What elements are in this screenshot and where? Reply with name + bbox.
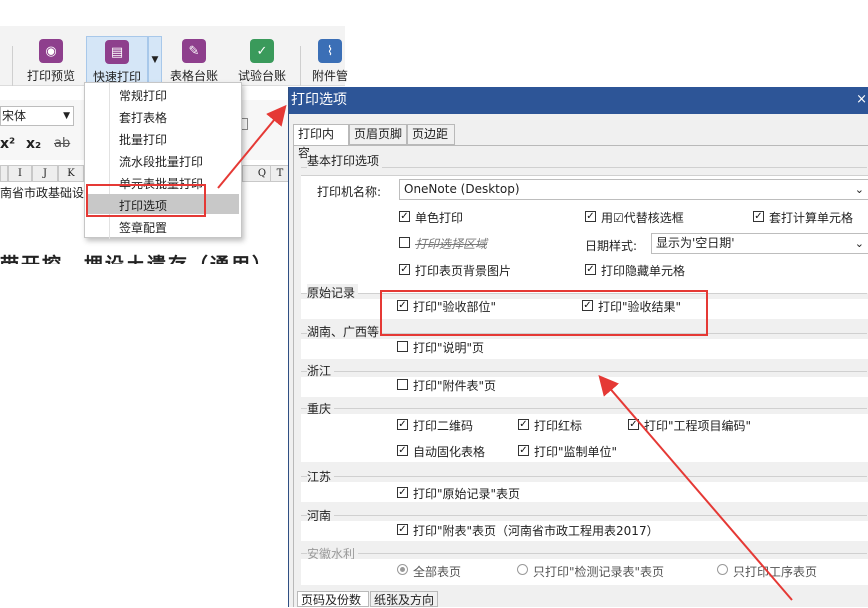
arrow-to-dialog [217, 104, 287, 189]
annotation-arrows [217, 104, 793, 601]
arrow-to-options [598, 374, 793, 601]
